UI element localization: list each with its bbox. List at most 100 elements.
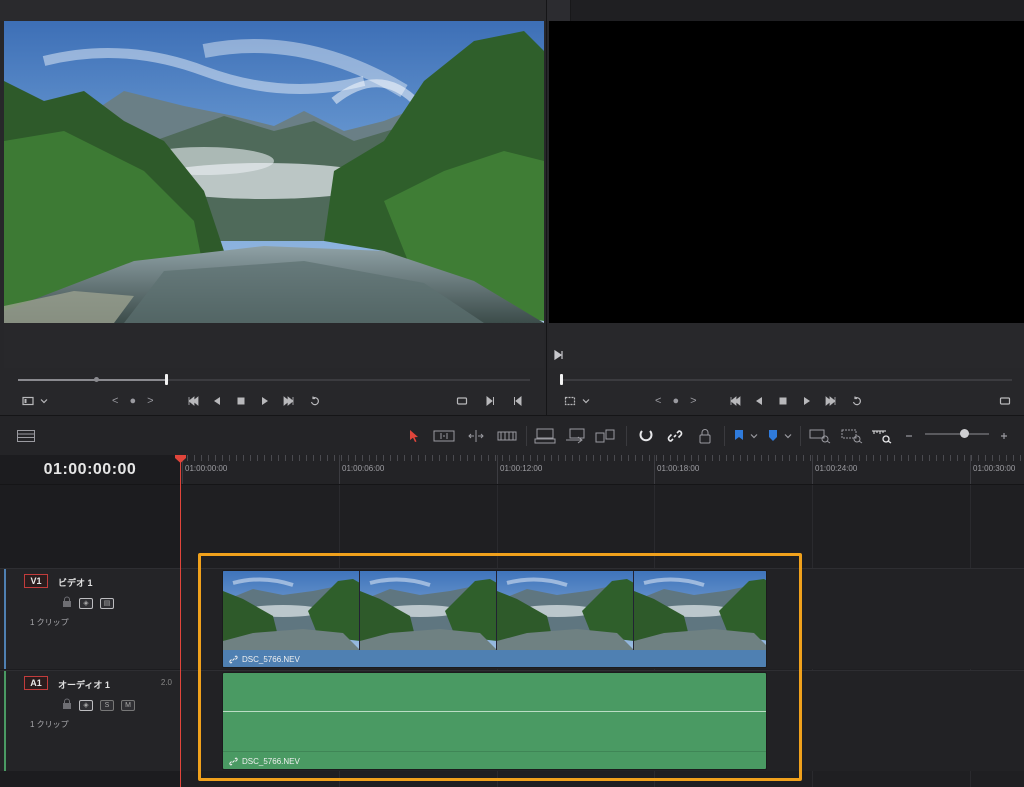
- timeline-scrubber[interactable]: [560, 374, 1012, 385]
- ruler-label: 01:00:12:00: [500, 464, 543, 473]
- source-viewer-footer: [4, 323, 544, 368]
- linked-selection-icon[interactable]: [665, 427, 685, 445]
- go-to-end-icon[interactable]: [279, 392, 299, 410]
- chevron-down-icon[interactable]: [782, 427, 794, 445]
- solo-button[interactable]: S: [100, 699, 114, 711]
- overwrite-clip-icon[interactable]: [563, 427, 587, 445]
- jog-wheel-icon[interactable]: < ● >: [655, 395, 701, 407]
- blade-icon[interactable]: [496, 427, 518, 445]
- insert-clip-icon[interactable]: [533, 427, 557, 445]
- source-preview-frame[interactable]: [4, 21, 544, 323]
- source-transport-left: [18, 392, 50, 410]
- zoom-in-icon[interactable]: [997, 427, 1011, 445]
- timeline-ruler[interactable]: 01:00:00:00 01:00:06:00 01:00:12:00 01:0…: [180, 455, 1024, 485]
- loop-icon[interactable]: [305, 392, 325, 410]
- audio-track-header[interactable]: A1 オーディオ 1 2.0 ◈ S M 1 クリップ: [0, 670, 180, 771]
- timeline-transport-right: [995, 392, 1015, 410]
- marker-icon[interactable]: [766, 427, 780, 445]
- ruler-label: 01:00:24:00: [815, 464, 858, 473]
- full-extent-zoom-icon[interactable]: [808, 427, 832, 445]
- landscape-preview: [4, 21, 544, 323]
- chevron-down-icon[interactable]: [580, 392, 592, 410]
- video-track-badge[interactable]: V1: [24, 574, 48, 588]
- timeline-playhead-handle[interactable]: [560, 374, 563, 385]
- custom-zoom-icon[interactable]: [870, 427, 894, 445]
- ruler-major-tick: [497, 455, 498, 484]
- timeline-preview-frame[interactable]: [549, 21, 1024, 323]
- disable-track-icon[interactable]: ▤: [100, 597, 114, 609]
- zoom-slider-handle[interactable]: [960, 429, 969, 438]
- source-transport-right: [452, 392, 528, 410]
- audio-channel-format: 2.0: [160, 678, 172, 687]
- ruler-major-tick: [654, 455, 655, 484]
- video-thumbnails: [223, 571, 766, 650]
- stop-icon[interactable]: [231, 392, 251, 410]
- toolbar-divider: [800, 426, 801, 446]
- video-clip-count: 1 クリップ: [30, 618, 69, 627]
- go-to-start-icon[interactable]: [183, 392, 203, 410]
- playhead-marker-icon[interactable]: [175, 455, 186, 463]
- source-viewer-header: [0, 0, 546, 21]
- loop-icon[interactable]: [847, 392, 867, 410]
- mark-out-icon[interactable]: [508, 392, 528, 410]
- go-to-start-icon[interactable]: [725, 392, 745, 410]
- position-lock-icon[interactable]: [695, 427, 715, 445]
- lock-icon[interactable]: [62, 594, 72, 612]
- audio-track-name[interactable]: オーディオ 1: [58, 678, 110, 691]
- trim-edit-icon[interactable]: [432, 427, 456, 445]
- video-clip[interactable]: DSC_5766.NEV: [222, 570, 767, 668]
- timeline-layout-icon[interactable]: [16, 427, 36, 445]
- audio-waveform: [223, 711, 766, 712]
- toolbar-divider: [724, 426, 725, 446]
- audio-track-badge[interactable]: A1: [24, 676, 48, 690]
- stop-icon[interactable]: [773, 392, 793, 410]
- source-scrubber-fill: [18, 379, 168, 381]
- selection-arrow-icon[interactable]: [405, 427, 423, 445]
- mute-button[interactable]: M: [121, 699, 135, 711]
- ruler-major-tick: [339, 455, 340, 484]
- ruler-major-tick: [970, 455, 971, 484]
- source-transport-controls: [183, 392, 325, 410]
- dynamic-trim-icon[interactable]: [464, 427, 488, 445]
- auto-select-icon[interactable]: ◈: [79, 699, 93, 711]
- auto-select-icon[interactable]: ◈: [79, 597, 93, 609]
- lock-icon[interactable]: [62, 696, 72, 714]
- reverse-play-icon[interactable]: [207, 392, 227, 410]
- video-track-name[interactable]: ビデオ 1: [58, 576, 93, 589]
- match-frame-icon[interactable]: [995, 392, 1015, 410]
- zoom-slider[interactable]: [925, 433, 989, 435]
- video-clip-label-bar: DSC_5766.NEV: [223, 650, 766, 667]
- source-jog-control[interactable]: < ● >: [112, 392, 158, 410]
- timecode-display[interactable]: 01:00:00:00: [0, 455, 180, 485]
- match-frame-icon[interactable]: [452, 392, 472, 410]
- detail-zoom-icon[interactable]: [840, 427, 864, 445]
- zoom-out-icon[interactable]: [902, 427, 916, 445]
- audio-track-color: [4, 671, 6, 771]
- source-playhead-handle[interactable]: [165, 374, 168, 385]
- reverse-play-icon[interactable]: [749, 392, 769, 410]
- video-track-header[interactable]: V1 ビデオ 1 ◈ ▤ 1 クリップ: [0, 568, 180, 669]
- audio-clip[interactable]: DSC_5766.NEV: [222, 672, 767, 770]
- jog-wheel-icon[interactable]: < ● >: [112, 395, 158, 407]
- mark-in-icon[interactable]: [480, 392, 500, 410]
- timeline-viewer-footer: [549, 323, 1024, 368]
- go-to-end-icon[interactable]: [821, 392, 841, 410]
- play-icon[interactable]: [797, 392, 817, 410]
- chevron-down-icon[interactable]: [38, 392, 50, 410]
- replace-clip-icon[interactable]: [593, 427, 617, 445]
- snapping-icon[interactable]: [636, 427, 656, 445]
- toolbar-divider: [626, 426, 627, 446]
- timeline-jog-control[interactable]: < ● >: [655, 392, 701, 410]
- timeline-transport-controls: [725, 392, 867, 410]
- flag-icon[interactable]: [732, 427, 746, 445]
- play-icon[interactable]: [255, 392, 275, 410]
- viewer-tab[interactable]: [547, 0, 571, 21]
- source-scrubber[interactable]: [18, 374, 530, 385]
- chevron-down-icon[interactable]: [748, 427, 760, 445]
- timeline-playhead[interactable]: [180, 460, 181, 787]
- audio-clip-name: DSC_5766.NEV: [242, 757, 300, 766]
- viewer-mode-icon[interactable]: [560, 392, 580, 410]
- ruler-label: 01:00:30:00: [973, 464, 1016, 473]
- viewer-mode-icon[interactable]: [18, 392, 38, 410]
- next-clip-icon[interactable]: [552, 348, 566, 362]
